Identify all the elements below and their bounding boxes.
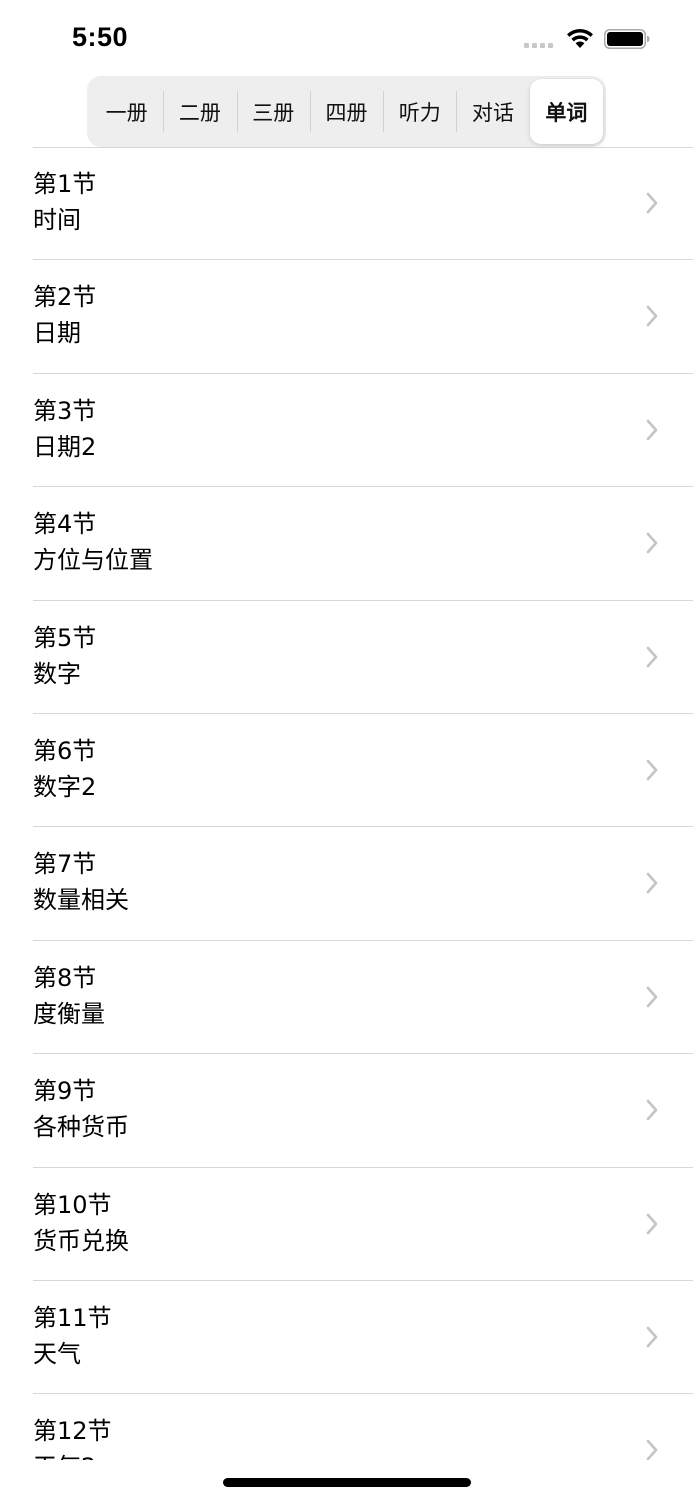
segment-2[interactable]: 二册 <box>163 79 236 144</box>
list-item-title: 第8节 <box>33 963 97 992</box>
list-item-subtitle: 数字2 <box>33 772 97 801</box>
segment-5[interactable]: 听力 <box>383 79 456 144</box>
chevron-right-icon <box>646 759 658 781</box>
chevron-right-icon <box>646 192 658 214</box>
segment-6[interactable]: 对话 <box>456 79 529 144</box>
list-item-subtitle: 度衡量 <box>33 999 105 1028</box>
chevron-right-icon <box>646 306 658 327</box>
list-item-title: 第6节 <box>33 736 97 765</box>
list-item[interactable]: 第12节天气2 <box>33 1394 693 1460</box>
segment-4[interactable]: 四册 <box>309 79 383 144</box>
list-item-title: 第3节 <box>33 396 97 425</box>
status-time: 5:50 <box>72 22 129 52</box>
status-bar: 5:50 <box>0 0 693 76</box>
list-item-subtitle: 天气 <box>33 1339 81 1368</box>
chevron-right-icon <box>646 1213 658 1234</box>
list-item[interactable]: 第10节货币兑换 <box>33 1168 693 1281</box>
list-item-subtitle: 日期2 <box>33 432 97 461</box>
list-item-subtitle: 方位与位置 <box>33 546 153 575</box>
list-item-title: 第2节 <box>33 283 97 312</box>
chevron-right-icon <box>646 419 658 441</box>
chevron-right-icon <box>646 986 658 1008</box>
list-item-subtitle: 各种货币 <box>33 1113 129 1142</box>
segment-3[interactable]: 三册 <box>236 79 310 144</box>
list-item-title: 第9节 <box>33 1077 97 1106</box>
list-item[interactable]: 第2节日期 <box>33 260 693 374</box>
list-item-title: 第4节 <box>33 510 97 539</box>
list-item[interactable]: 第5节数字 <box>33 601 693 714</box>
list-item[interactable]: 第7节数量相关 <box>33 827 693 941</box>
list-item[interactable]: 第6节 数字2 <box>33 714 693 828</box>
list-item-title: 第1节 <box>33 170 97 198</box>
chevron-right-icon <box>646 873 658 894</box>
section-list: 第1节 时间 第2节 日期 第3节 日期2 第4节 方位与位置 第5节 数字 第6节 数字2 第7节 数量… <box>0 147 693 1460</box>
chevron-right-icon <box>646 532 658 554</box>
chevron-right-icon <box>646 1326 658 1348</box>
list-item-title: 第10节 <box>33 1190 112 1219</box>
home-indicator[interactable] <box>223 1478 471 1487</box>
list-item[interactable]: 第4节方位与位置 <box>33 487 693 601</box>
list-item-subtitle: 数量相关 <box>33 886 129 915</box>
list-item[interactable]: 第3节 日期2 <box>33 374 693 488</box>
list-item-title: 第11节 <box>33 1303 112 1332</box>
chevron-right-icon <box>646 646 658 667</box>
list-item-title: 第7节 <box>33 850 97 879</box>
list-item-subtitle: 天气2 <box>33 1452 96 1460</box>
list-item[interactable]: 第1节时间 <box>33 147 693 261</box>
wifi-icon <box>567 29 593 48</box>
segment-7[interactable]: 单词 <box>529 79 603 144</box>
signal-icon <box>524 43 553 48</box>
list-item[interactable]: 第9节各种货币 <box>33 1054 693 1168</box>
chevron-right-icon <box>646 1439 658 1460</box>
segment-1[interactable]: 一册 <box>90 79 163 144</box>
list-item-subtitle: 数字 <box>33 659 81 688</box>
list-item-title: 第5节 <box>33 623 97 652</box>
list-item-subtitle: 日期 <box>33 319 81 348</box>
list-item-subtitle: 时间 <box>33 206 81 234</box>
list-item-subtitle: 货币兑换 <box>33 1226 129 1255</box>
battery-icon <box>604 29 650 49</box>
book-segmented-control: 一册 二册 三册 四册 听力 对话 单词 <box>87 76 606 147</box>
chevron-right-icon <box>646 1099 658 1121</box>
list-item[interactable]: 第8节度衡量 <box>33 941 693 1055</box>
list-item[interactable]: 第11节天气 <box>33 1281 693 1395</box>
list-item-title: 第12节 <box>33 1417 112 1446</box>
